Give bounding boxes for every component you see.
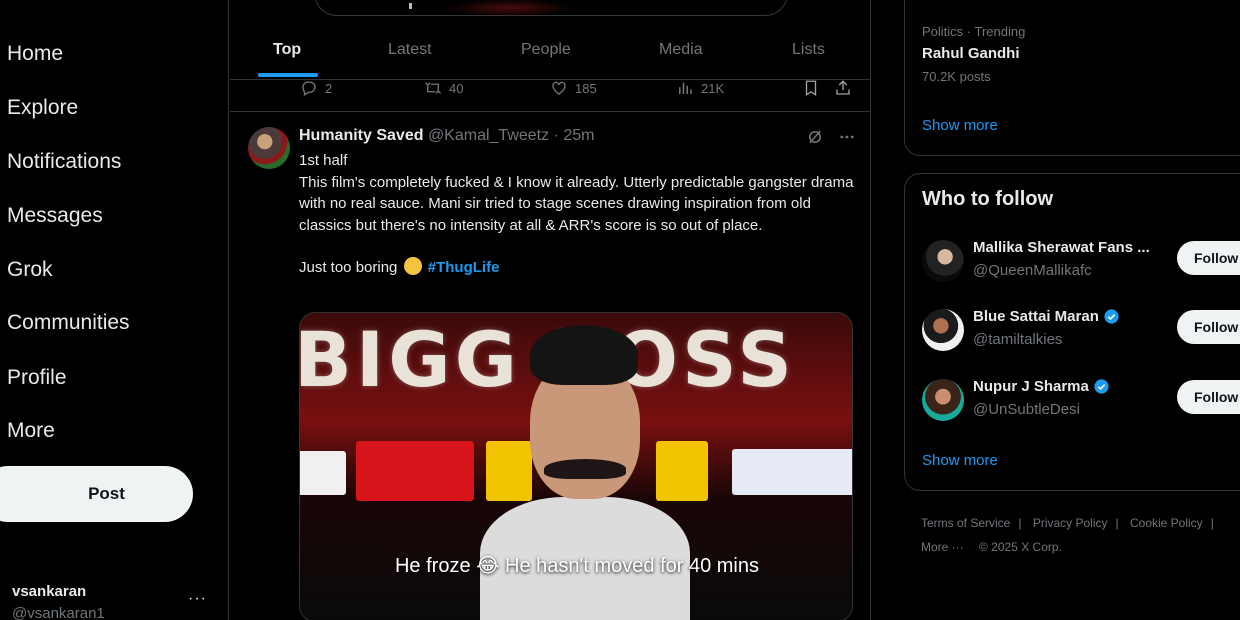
tweet-time[interactable]: 25m xyxy=(563,127,594,144)
image-caption: He froze 😂 He hasn't moved for 40 mins xyxy=(394,555,759,577)
privacy-link[interactable]: Privacy Policy xyxy=(1033,516,1108,530)
repost-icon xyxy=(425,82,441,94)
nav-grok[interactable]: Grok xyxy=(7,258,53,282)
tab-people[interactable]: People xyxy=(521,41,571,59)
previous-tweet-actions: 2 40 185 21K xyxy=(230,80,870,112)
tweet-line-1: 1st half xyxy=(299,152,348,169)
avatar[interactable] xyxy=(922,379,964,421)
search-input[interactable] xyxy=(314,0,788,17)
main-column: Top Latest People Media Lists 2 40 185 2… xyxy=(230,0,871,620)
sponsor-logo xyxy=(732,449,852,495)
follow-suggestion[interactable]: Blue Sattai Maran @tamiltalkies Follow xyxy=(922,307,1240,353)
tab-lists[interactable]: Lists xyxy=(792,41,825,59)
footer-links: Terms of Service | Privacy Policy | Cookie… xyxy=(921,516,1214,554)
tweet-text: 1st half This film's completely fucked &… xyxy=(299,150,859,279)
bookmark-icon xyxy=(805,80,817,97)
tweet-line-2: This film's completely fucked & I know i… xyxy=(299,173,854,234)
tweet-header: Humanity Saved @Kamal_Tweetz · 25m xyxy=(299,127,594,145)
follow-button[interactable]: Follow xyxy=(1177,310,1240,344)
tweet[interactable]: Humanity Saved @Kamal_Tweetz · 25m 1st h… xyxy=(230,113,870,620)
tweet-closing-text: Just too boring xyxy=(299,259,398,276)
who-to-follow-title: Who to follow xyxy=(922,188,1054,210)
avatar[interactable] xyxy=(922,240,964,282)
tweet-author-handle[interactable]: @Kamal_Tweetz xyxy=(428,127,549,144)
nav-home[interactable]: Home xyxy=(7,42,63,66)
view-count: 21K xyxy=(701,80,725,96)
sleeping-face-icon xyxy=(403,257,422,275)
like-button[interactable]: 185 xyxy=(550,80,597,96)
active-tab-indicator xyxy=(258,73,318,77)
post-button[interactable]: Post xyxy=(0,466,193,522)
tweet-header-actions xyxy=(806,128,856,146)
share-icon xyxy=(836,80,850,95)
show-more-link[interactable]: Show more xyxy=(922,117,998,134)
follow-name: Blue Sattai Maran xyxy=(973,308,1120,325)
avatar[interactable] xyxy=(248,127,290,169)
search-tabs: Top Latest People Media Lists xyxy=(230,28,870,80)
sponsor-logo xyxy=(300,451,346,495)
nav-communities[interactable]: Communities xyxy=(7,311,130,335)
follow-name: Nupur J Sharma xyxy=(973,378,1110,395)
tweet-media-image[interactable]: BIGG BOSS He froze 😂 He hasn't moved for… xyxy=(299,312,853,620)
trend-category: Politics · Trending xyxy=(922,24,1026,39)
trend-name: Rahul Gandhi xyxy=(922,45,1020,62)
account-handle: @vsankaran1 xyxy=(12,605,105,620)
more-dots-icon[interactable]: ··· xyxy=(188,590,207,608)
bookmark-button[interactable] xyxy=(802,80,820,97)
right-sidebar: Politics · Trending Rahul Gandhi 70.2K p… xyxy=(872,0,1240,620)
reply-button[interactable]: 2 xyxy=(300,80,332,96)
nav-explore[interactable]: Explore xyxy=(7,96,78,120)
verified-badge-icon xyxy=(1104,309,1119,324)
heart-icon xyxy=(552,81,566,95)
repost-count: 40 xyxy=(449,80,464,96)
show-more-link[interactable]: Show more xyxy=(922,452,998,469)
nav-more[interactable]: More xyxy=(7,419,55,443)
follow-suggestion[interactable]: Nupur J Sharma @UnSubtleDesi Follow xyxy=(922,377,1240,423)
reply-icon xyxy=(302,81,316,96)
tweet-dot: · xyxy=(553,127,559,144)
grok-icon[interactable] xyxy=(806,128,824,146)
follow-handle: @UnSubtleDesi xyxy=(973,401,1080,418)
views-button[interactable]: 21K xyxy=(676,80,724,96)
who-to-follow-card: Who to follow Mallika Sherawat Fans ... … xyxy=(904,173,1240,491)
account-name: vsankaran xyxy=(12,583,87,600)
tab-media[interactable]: Media xyxy=(659,41,703,59)
tweet-author-name[interactable]: Humanity Saved xyxy=(299,127,423,144)
tab-latest[interactable]: Latest xyxy=(388,41,432,59)
avatar[interactable] xyxy=(922,309,964,351)
follow-button[interactable]: Follow xyxy=(1177,380,1240,414)
follow-button[interactable]: Follow xyxy=(1177,241,1240,275)
cookie-link[interactable]: Cookie Policy xyxy=(1130,516,1203,530)
nav-messages[interactable]: Messages xyxy=(7,204,103,228)
views-chart-icon xyxy=(679,82,692,94)
trending-card: Politics · Trending Rahul Gandhi 70.2K p… xyxy=(904,0,1240,156)
like-count: 185 xyxy=(575,80,597,96)
follow-handle: @QueenMallikafc xyxy=(973,262,1092,279)
sponsor-logo xyxy=(356,441,474,501)
nav-notifications[interactable]: Notifications xyxy=(7,150,121,174)
follow-name: Mallika Sherawat Fans ... xyxy=(973,239,1150,256)
nav-profile[interactable]: Profile xyxy=(7,366,67,390)
footer-more-link[interactable]: More ··· xyxy=(921,540,964,554)
verified-badge-icon xyxy=(1094,379,1109,394)
repost-button[interactable]: 40 xyxy=(424,80,463,96)
follow-suggestion[interactable]: Mallika Sherawat Fans ... @QueenMallikaf… xyxy=(922,238,1240,284)
tweet-closing: Just too boring #ThugLife xyxy=(299,257,859,279)
trend-posts: 70.2K posts xyxy=(922,69,991,84)
follow-handle: @tamiltalkies xyxy=(973,331,1063,348)
copyright: © 2025 X Corp. xyxy=(979,540,1062,554)
hashtag-link[interactable]: #ThugLife xyxy=(428,259,500,276)
reply-count: 2 xyxy=(325,80,333,96)
left-sidebar: Home Explore Notifications Messages Grok… xyxy=(0,0,229,620)
terms-link[interactable]: Terms of Service xyxy=(921,516,1010,530)
tab-top[interactable]: Top xyxy=(273,41,301,59)
more-icon[interactable] xyxy=(838,128,856,146)
share-button[interactable] xyxy=(834,80,852,96)
